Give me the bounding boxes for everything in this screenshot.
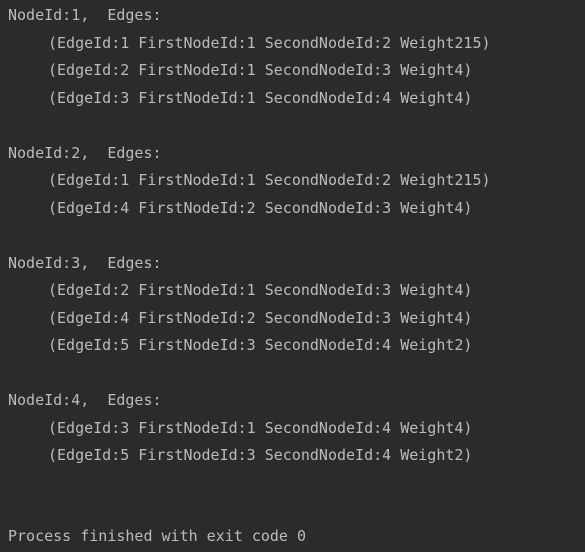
- node-header: NodeId:1, Edges:: [8, 6, 162, 24]
- console-output: NodeId:1, Edges: (EdgeId:1 FirstNodeId:1…: [0, 0, 585, 552]
- edge-line: (EdgeId:4 FirstNodeId:2 SecondNodeId:3 W…: [48, 198, 473, 217]
- node-header: NodeId:4, Edges:: [8, 391, 162, 409]
- node-block: NodeId:3, Edges: (EdgeId:2 FirstNodeId:1…: [8, 250, 585, 388]
- edge-line: (EdgeId:4 FirstNodeId:2 SecondNodeId:3 W…: [48, 308, 473, 327]
- edge-line: (EdgeId:2 FirstNodeId:1 SecondNodeId:3 W…: [48, 281, 473, 299]
- edge-line: (EdgeId:5 FirstNodeId:3 SecondNodeId:4 W…: [48, 336, 473, 354]
- node-block: NodeId:2, Edges: (EdgeId:1 FirstNodeId:1…: [8, 140, 585, 250]
- node-header: NodeId:3, Edges:: [8, 253, 162, 272]
- edge-line: (EdgeId:5 FirstNodeId:3 SecondNodeId:4 W…: [48, 446, 473, 464]
- edge-line: (EdgeId:1 FirstNodeId:1 SecondNodeId:2 W…: [48, 171, 491, 189]
- process-exit-message: Process finished with exit code 0: [8, 527, 307, 545]
- node-block: NodeId:1, Edges: (EdgeId:1 FirstNodeId:1…: [8, 2, 585, 140]
- edge-line: (EdgeId:3 FirstNodeId:1 SecondNodeId:4 W…: [48, 88, 473, 107]
- edge-line: (EdgeId:1 FirstNodeId:1 SecondNodeId:2 W…: [48, 33, 491, 52]
- edge-line: (EdgeId:2 FirstNodeId:1 SecondNodeId:3 W…: [48, 61, 473, 79]
- edge-line: (EdgeId:3 FirstNodeId:1 SecondNodeId:4 W…: [48, 418, 473, 437]
- node-block: NodeId:4, Edges: (EdgeId:3 FirstNodeId:1…: [8, 387, 585, 470]
- node-header: NodeId:2, Edges:: [8, 143, 162, 162]
